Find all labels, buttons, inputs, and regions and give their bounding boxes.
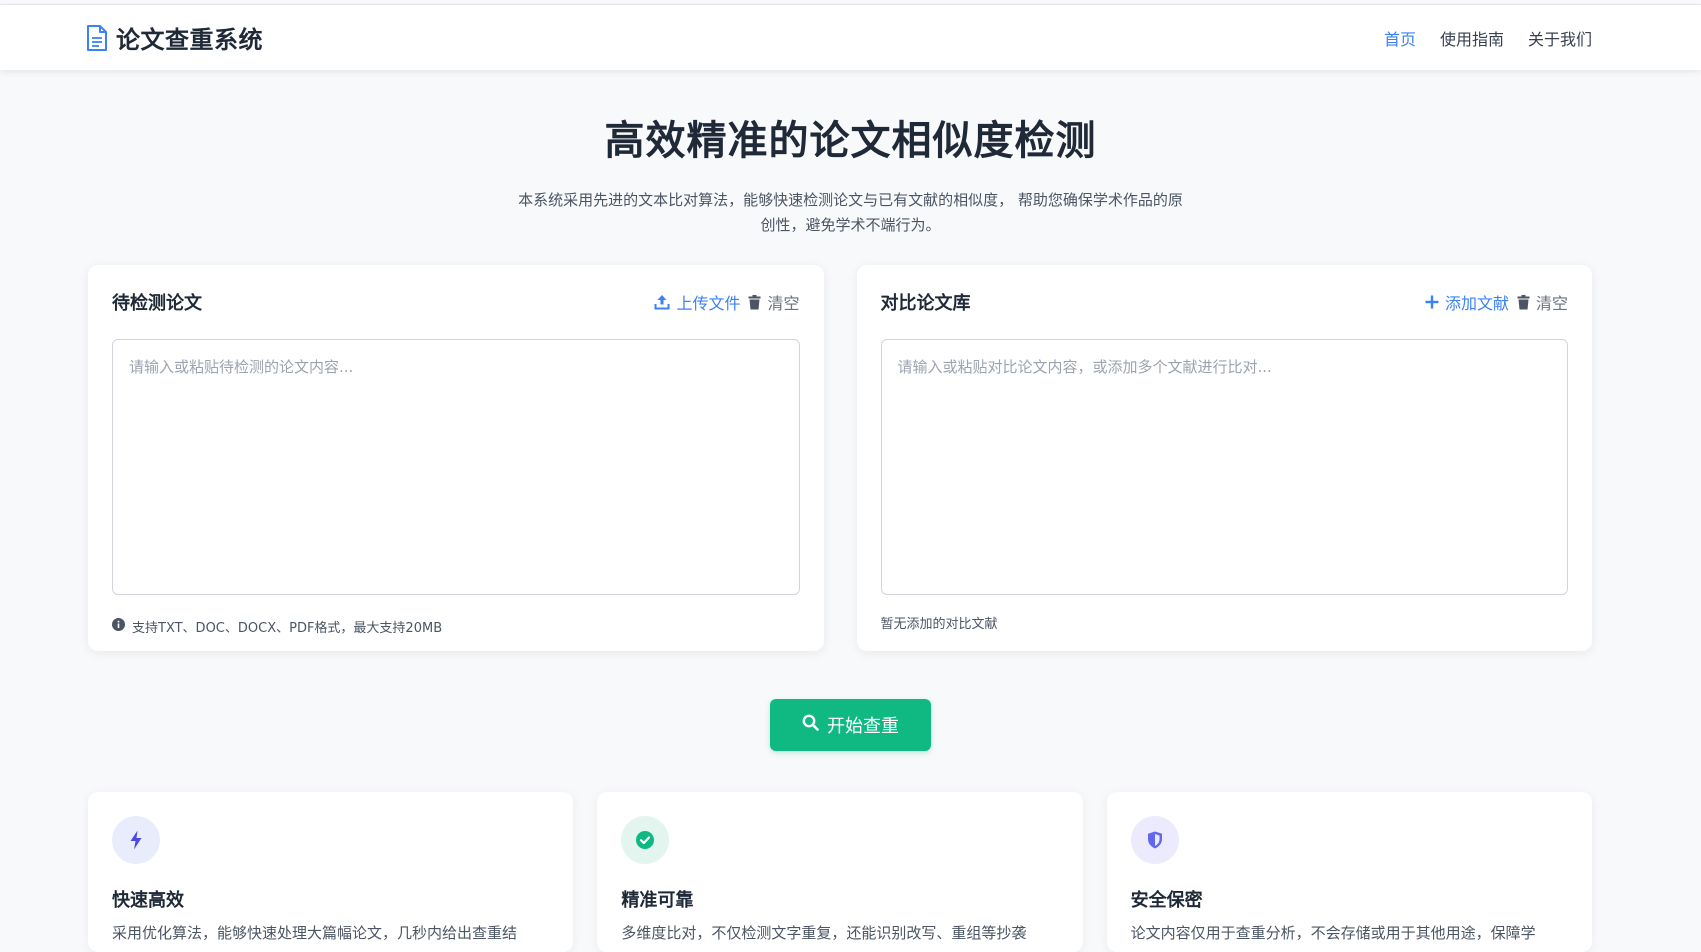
panel-actions: 上传文件 清空 [654, 290, 800, 314]
navbar: 论文查重系统 首页 使用指南 关于我们 [0, 5, 1701, 70]
brand-title: 论文查重系统 [116, 26, 263, 54]
features: 快速高效 采用优化算法，能够快速处理大篇幅论文，几秒内给出查重结 精准可靠 多维… [88, 792, 1592, 952]
upload-file-label: 上传文件 [676, 294, 741, 313]
start-wrap: 开始查重 [0, 699, 1701, 751]
feature-card: 精准可靠 多维度比对，不仅检测文字重复，还能识别改写、重组等抄袭 [597, 792, 1083, 952]
upload-file-button[interactable]: 上传文件 [654, 290, 740, 314]
panel-header: 对比论文库 添加文献 清空 [881, 287, 1569, 317]
comparison-library-panel: 对比论文库 添加文献 清空 请输入或粘贴对比论文内容，或添加多个文献进行比对..… [856, 265, 1592, 651]
file-format-hint: 支持TXT、DOC、DOCX、PDF格式，最大支持20MB [112, 617, 800, 636]
clear-label: 清空 [767, 294, 800, 313]
feature-card: 快速高效 采用优化算法，能够快速处理大篇幅论文，几秒内给出查重结 [88, 792, 574, 952]
add-reference-label: 添加文献 [1444, 294, 1509, 313]
target-paper-panel: 待检测论文 上传文件 清空 请输入或粘贴待检测的论文内容... 支持TXT、DO… [88, 265, 824, 651]
feature-title: 快速高效 [112, 890, 184, 911]
brand[interactable]: 论文查重系统 [86, 5, 263, 70]
trash-icon [1517, 294, 1530, 310]
check-circle-icon [621, 816, 670, 864]
add-reference-button[interactable]: 添加文献 [1425, 290, 1509, 314]
nav-link-about[interactable]: 关于我们 [1528, 26, 1592, 50]
feature-title: 精准可靠 [621, 890, 694, 911]
no-references-text: 暂无添加的对比文献 [880, 617, 998, 632]
lightning-icon [112, 816, 160, 864]
plus-icon [1425, 295, 1439, 309]
panel-header: 待检测论文 上传文件 清空 [112, 287, 800, 317]
trash-icon [748, 294, 761, 310]
start-check-button[interactable]: 开始查重 [770, 699, 931, 751]
no-references-hint: 暂无添加的对比文献 [881, 613, 1569, 632]
input-panels: 待检测论文 上传文件 清空 请输入或粘贴待检测的论文内容... 支持TXT、DO… [88, 265, 1592, 651]
feature-description: 采用优化算法，能够快速处理大篇幅论文，几秒内给出查重结 [112, 924, 518, 942]
file-format-text: 支持TXT、DOC、DOCX、PDF格式，最大支持20MB [132, 621, 443, 636]
nav-link-guide[interactable]: 使用指南 [1440, 26, 1504, 50]
hero-description: 本系统采用先进的文本比对算法，能够快速检测论文与已有文献的相似度， 帮助您确保学… [518, 191, 1183, 234]
shield-icon [1130, 816, 1179, 864]
panel-title: 待检测论文 [112, 293, 202, 314]
feature-card: 安全保密 论文内容仅用于查重分析，不会存储或用于其他用途，保障学 [1106, 792, 1592, 952]
clear-label: 清空 [1535, 294, 1568, 313]
feature-description: 多维度比对，不仅检测文字重复，还能识别改写、重组等抄袭 [621, 924, 1027, 942]
info-icon [112, 618, 125, 635]
feature-title: 安全保密 [1130, 890, 1203, 911]
target-paper-input[interactable] [112, 339, 800, 595]
nav-links: 首页 使用指南 关于我们 [1384, 5, 1592, 70]
hero: 高效精准的论文相似度检测 本系统采用先进的文本比对算法，能够快速检测论文与已有文… [0, 70, 1701, 238]
feature-description: 论文内容仅用于查重分析，不会存储或用于其他用途，保障学 [1130, 924, 1536, 942]
upload-icon [654, 294, 670, 310]
hero-title: 高效精准的论文相似度检测 [604, 118, 1097, 164]
nav-link-home[interactable]: 首页 [1384, 26, 1416, 50]
panel-actions: 添加文献 清空 [1425, 290, 1568, 314]
clear-library-button[interactable]: 清空 [1517, 290, 1568, 314]
document-icon [86, 24, 108, 51]
search-icon [802, 714, 819, 736]
panel-title: 对比论文库 [880, 293, 971, 314]
start-check-label: 开始查重 [827, 716, 899, 737]
comparison-paper-input[interactable] [880, 339, 1568, 595]
clear-target-button[interactable]: 清空 [748, 290, 800, 314]
